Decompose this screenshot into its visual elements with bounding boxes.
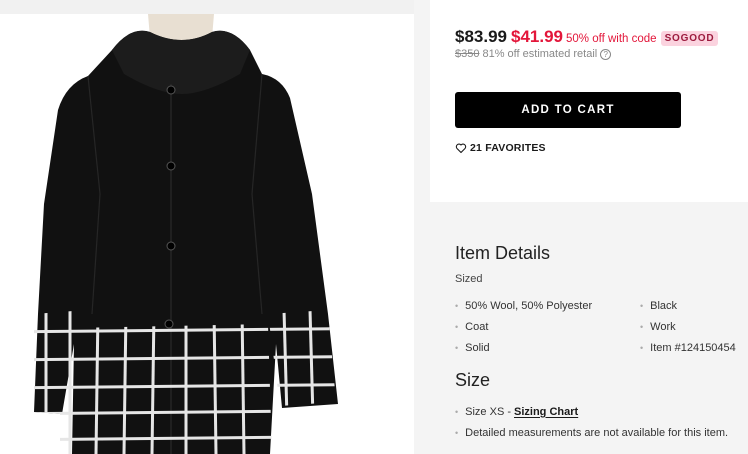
attributes-left-list: 50% Wool, 50% Polyester Coat Solid <box>455 295 592 358</box>
attributes-right-list: Black Work Item #124150454 <box>640 295 736 358</box>
sale-price: $41.99 <box>511 27 563 46</box>
discount-text: 50% off with code <box>566 33 657 45</box>
item-details-title: Item Details <box>455 243 551 263</box>
sized-label: Sized <box>455 273 483 285</box>
retail-row: $350 81% off estimated retail ? <box>455 48 612 60</box>
column-divider <box>414 0 430 454</box>
attribute-occasion: Work <box>640 316 736 337</box>
add-to-cart-button[interactable]: ADD TO CART <box>455 92 681 128</box>
retail-price: $350 <box>455 48 480 60</box>
favorites-count: 21 FAVORITES <box>470 142 546 154</box>
item-details-card: Item Details Sized 50% Wool, 50% Polyest… <box>430 218 748 454</box>
heart-outline-icon <box>455 143 467 154</box>
purchase-card: $83.99 $41.99 50% off with code SOGOOD $… <box>430 0 748 202</box>
size-title: Size <box>455 370 491 390</box>
original-price: $83.99 <box>455 27 507 46</box>
attribute-pattern: Solid <box>455 337 592 358</box>
attribute-type: Coat <box>455 316 592 337</box>
retail-discount-text: 81% off estimated retail <box>482 48 598 60</box>
promo-code-badge[interactable]: SOGOOD <box>660 31 719 46</box>
size-value: Size XS - <box>465 405 512 418</box>
sizing-chart-link[interactable]: Sizing Chart <box>514 406 578 418</box>
price-row: $83.99 $41.99 50% off with code SOGOOD <box>455 27 719 47</box>
attribute-color: Black <box>640 295 736 316</box>
measurements-note: Detailed measurements are not available … <box>455 422 728 443</box>
attribute-material: 50% Wool, 50% Polyester <box>455 295 592 316</box>
help-icon[interactable]: ? <box>600 48 612 60</box>
favorites-button[interactable]: 21 FAVORITES <box>455 142 546 154</box>
card-gap <box>430 202 748 218</box>
attribute-item-number: Item #124150454 <box>640 337 736 358</box>
size-list: Size XS - Sizing Chart Detailed measurem… <box>455 401 728 443</box>
size-item: Size XS - Sizing Chart <box>455 401 728 422</box>
product-image[interactable] <box>0 14 414 454</box>
